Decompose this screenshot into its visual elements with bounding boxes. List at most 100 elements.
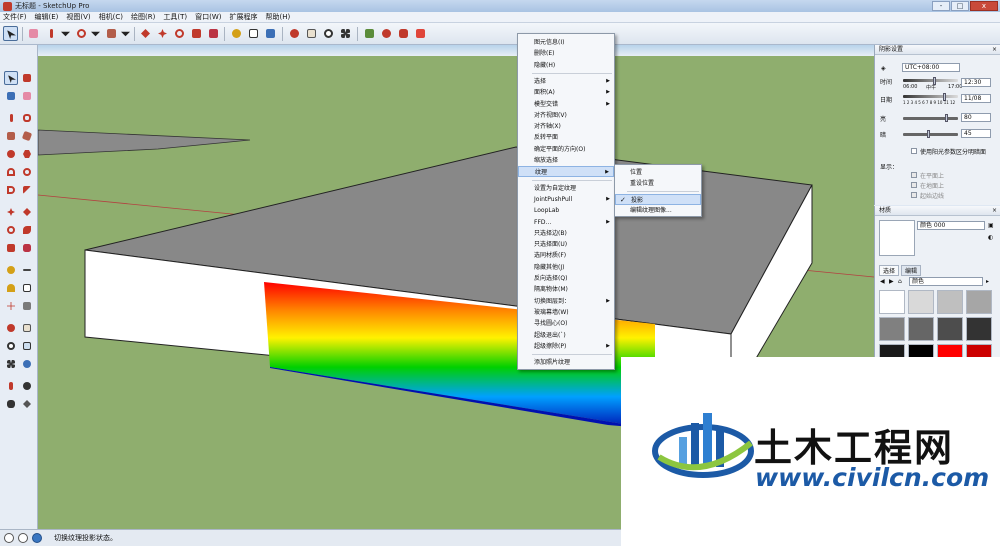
- material-swatch[interactable]: [966, 317, 992, 341]
- context-menu-item[interactable]: 模型交错 ▶: [518, 99, 614, 110]
- zoom-extents-button[interactable]: [338, 26, 353, 41]
- context-menu-item[interactable]: 选择 ▶: [518, 76, 614, 87]
- context-menu-item[interactable]: 隔离物体(M): [518, 284, 614, 295]
- shadow-toggle-icon[interactable]: ◈: [881, 65, 886, 72]
- zoom-tool-button[interactable]: [321, 26, 336, 41]
- pencil-dropdown[interactable]: [58, 26, 73, 41]
- left-arc-tool[interactable]: [4, 165, 18, 179]
- context-menu-item[interactable]: 删除(E): [518, 48, 614, 59]
- rotate-tool-button[interactable]: [172, 26, 187, 41]
- left-follow-me-tool[interactable]: [20, 223, 34, 237]
- arc-dropdown[interactable]: [88, 26, 103, 41]
- back-arrow-icon[interactable]: ◀: [880, 278, 885, 285]
- close-button[interactable]: x: [970, 1, 998, 11]
- left-polygon-tool[interactable]: [20, 147, 34, 161]
- dark-slider-knob[interactable]: [927, 130, 930, 138]
- dark-field[interactable]: 45: [961, 129, 991, 138]
- date-field[interactable]: 11/08: [961, 94, 991, 103]
- forward-arrow-icon[interactable]: ▶: [889, 278, 894, 285]
- context-menu-item[interactable]: 对齐轴(X): [518, 121, 614, 132]
- left-select-tool[interactable]: [4, 71, 18, 85]
- details-arrow-icon[interactable]: ▸: [986, 278, 989, 285]
- pencil-tool-button[interactable]: [44, 26, 59, 41]
- left-section-plane-tool[interactable]: [20, 397, 34, 411]
- context-menu-item[interactable]: 缩放选择: [518, 155, 614, 166]
- context-menu-item[interactable]: 设置为自定纹理: [518, 183, 614, 194]
- material-swatch[interactable]: [937, 317, 963, 341]
- context-menu-item[interactable]: 选同材质(F): [518, 250, 614, 261]
- timezone-select[interactable]: UTC+08:00: [902, 63, 960, 72]
- geolocation-icon[interactable]: [4, 533, 14, 543]
- orbit-tool-button[interactable]: [287, 26, 302, 41]
- maximize-button[interactable]: □: [951, 1, 969, 11]
- share-model-button[interactable]: [379, 26, 394, 41]
- left-offset-tool[interactable]: [20, 241, 34, 255]
- layout-button[interactable]: [413, 26, 428, 41]
- panel-close-icon[interactable]: ×: [992, 206, 997, 216]
- menu-edit[interactable]: 编辑(E): [35, 12, 59, 22]
- paint-bucket-tool-button[interactable]: [263, 26, 278, 41]
- left-make-component-tool[interactable]: [20, 71, 34, 85]
- left-zoom-tool[interactable]: [4, 339, 18, 353]
- context-menu-item[interactable]: JointPushPull ▶: [518, 194, 614, 205]
- context-menu-item[interactable]: LoopLab: [518, 205, 614, 216]
- pan-tool-button[interactable]: [304, 26, 319, 41]
- time-slider[interactable]: [903, 79, 958, 82]
- material-swatch[interactable]: [937, 290, 963, 314]
- panel-close-icon[interactable]: ×: [992, 45, 997, 55]
- left-rotated-rectangle-tool[interactable]: [20, 129, 34, 143]
- material-swatch[interactable]: [879, 317, 905, 341]
- rectangle-tool-button[interactable]: [104, 26, 119, 41]
- menu-extensions[interactable]: 扩展程序: [229, 12, 257, 22]
- left-look-around-tool[interactable]: [20, 379, 34, 393]
- context-menu-item[interactable]: 玻璃幕墙(W): [518, 307, 614, 318]
- context-menu-item[interactable]: 只选择面(U): [518, 239, 614, 250]
- left-orbit-tool[interactable]: [4, 321, 18, 335]
- extension-warehouse-button[interactable]: [396, 26, 411, 41]
- rectangle-dropdown[interactable]: [118, 26, 133, 41]
- left-rectangle-tool[interactable]: [4, 129, 18, 143]
- context-menu-item[interactable]: 反转平面: [518, 132, 614, 143]
- light-slider[interactable]: [903, 117, 958, 120]
- context-menu-item[interactable]: 添加照片纹理: [518, 357, 614, 368]
- left-dimension-tool[interactable]: [20, 263, 34, 277]
- menu-window[interactable]: 窗口(W): [195, 12, 221, 22]
- context-menu-item[interactable]: 确定平面的方向(O): [518, 144, 614, 155]
- tape-measure-tool-button[interactable]: [229, 26, 244, 41]
- on-faces-checkbox[interactable]: [911, 172, 917, 178]
- texture-submenu-item[interactable]: 编辑纹理图像...: [615, 205, 701, 216]
- texture-submenu-item[interactable]: ✓ 投影: [615, 194, 701, 205]
- material-swatch[interactable]: [908, 290, 934, 314]
- scale-tool-button[interactable]: [189, 26, 204, 41]
- credits-icon[interactable]: [18, 533, 28, 543]
- left-axes-tool[interactable]: [4, 299, 18, 313]
- select-tool-button[interactable]: [3, 26, 18, 41]
- text-tool-button[interactable]: [246, 26, 261, 41]
- context-menu-item[interactable]: 隐藏其他(J): [518, 262, 614, 273]
- material-swatch[interactable]: [966, 290, 992, 314]
- tab-edit[interactable]: 编辑: [901, 265, 922, 276]
- context-menu-item[interactable]: 超级擦除(P) ▶: [518, 341, 614, 352]
- time-field[interactable]: 12:30: [961, 78, 991, 87]
- context-menu-item[interactable]: 超级退出(`): [518, 330, 614, 341]
- material-swatch[interactable]: [908, 317, 934, 341]
- context-menu-item[interactable]: FFD... ▶: [518, 217, 614, 228]
- menu-help[interactable]: 帮助(H): [265, 12, 290, 22]
- context-menu-item[interactable]: 图元信息(I): [518, 37, 614, 48]
- left-eraser-tool[interactable]: [20, 89, 34, 103]
- light-field[interactable]: 80: [961, 113, 991, 122]
- tab-select[interactable]: 选择: [879, 265, 900, 276]
- left-freehand-tool[interactable]: [20, 111, 34, 125]
- context-menu-item[interactable]: 面积(A) ▶: [518, 87, 614, 98]
- left-circle-tool[interactable]: [4, 147, 18, 161]
- menu-file[interactable]: 文件(F): [3, 12, 27, 22]
- left-line-tool[interactable]: [4, 111, 18, 125]
- context-menu-item[interactable]: 反向选择(Q): [518, 273, 614, 284]
- left-zoom-window-tool[interactable]: [20, 339, 34, 353]
- arc-tool-button[interactable]: [74, 26, 89, 41]
- on-ground-checkbox[interactable]: [911, 182, 917, 188]
- left-protractor-tool[interactable]: [4, 281, 18, 295]
- library-select[interactable]: 颜色: [909, 277, 983, 286]
- context-menu-item[interactable]: 隐藏(H): [518, 60, 614, 71]
- left-text-tool[interactable]: [20, 281, 34, 295]
